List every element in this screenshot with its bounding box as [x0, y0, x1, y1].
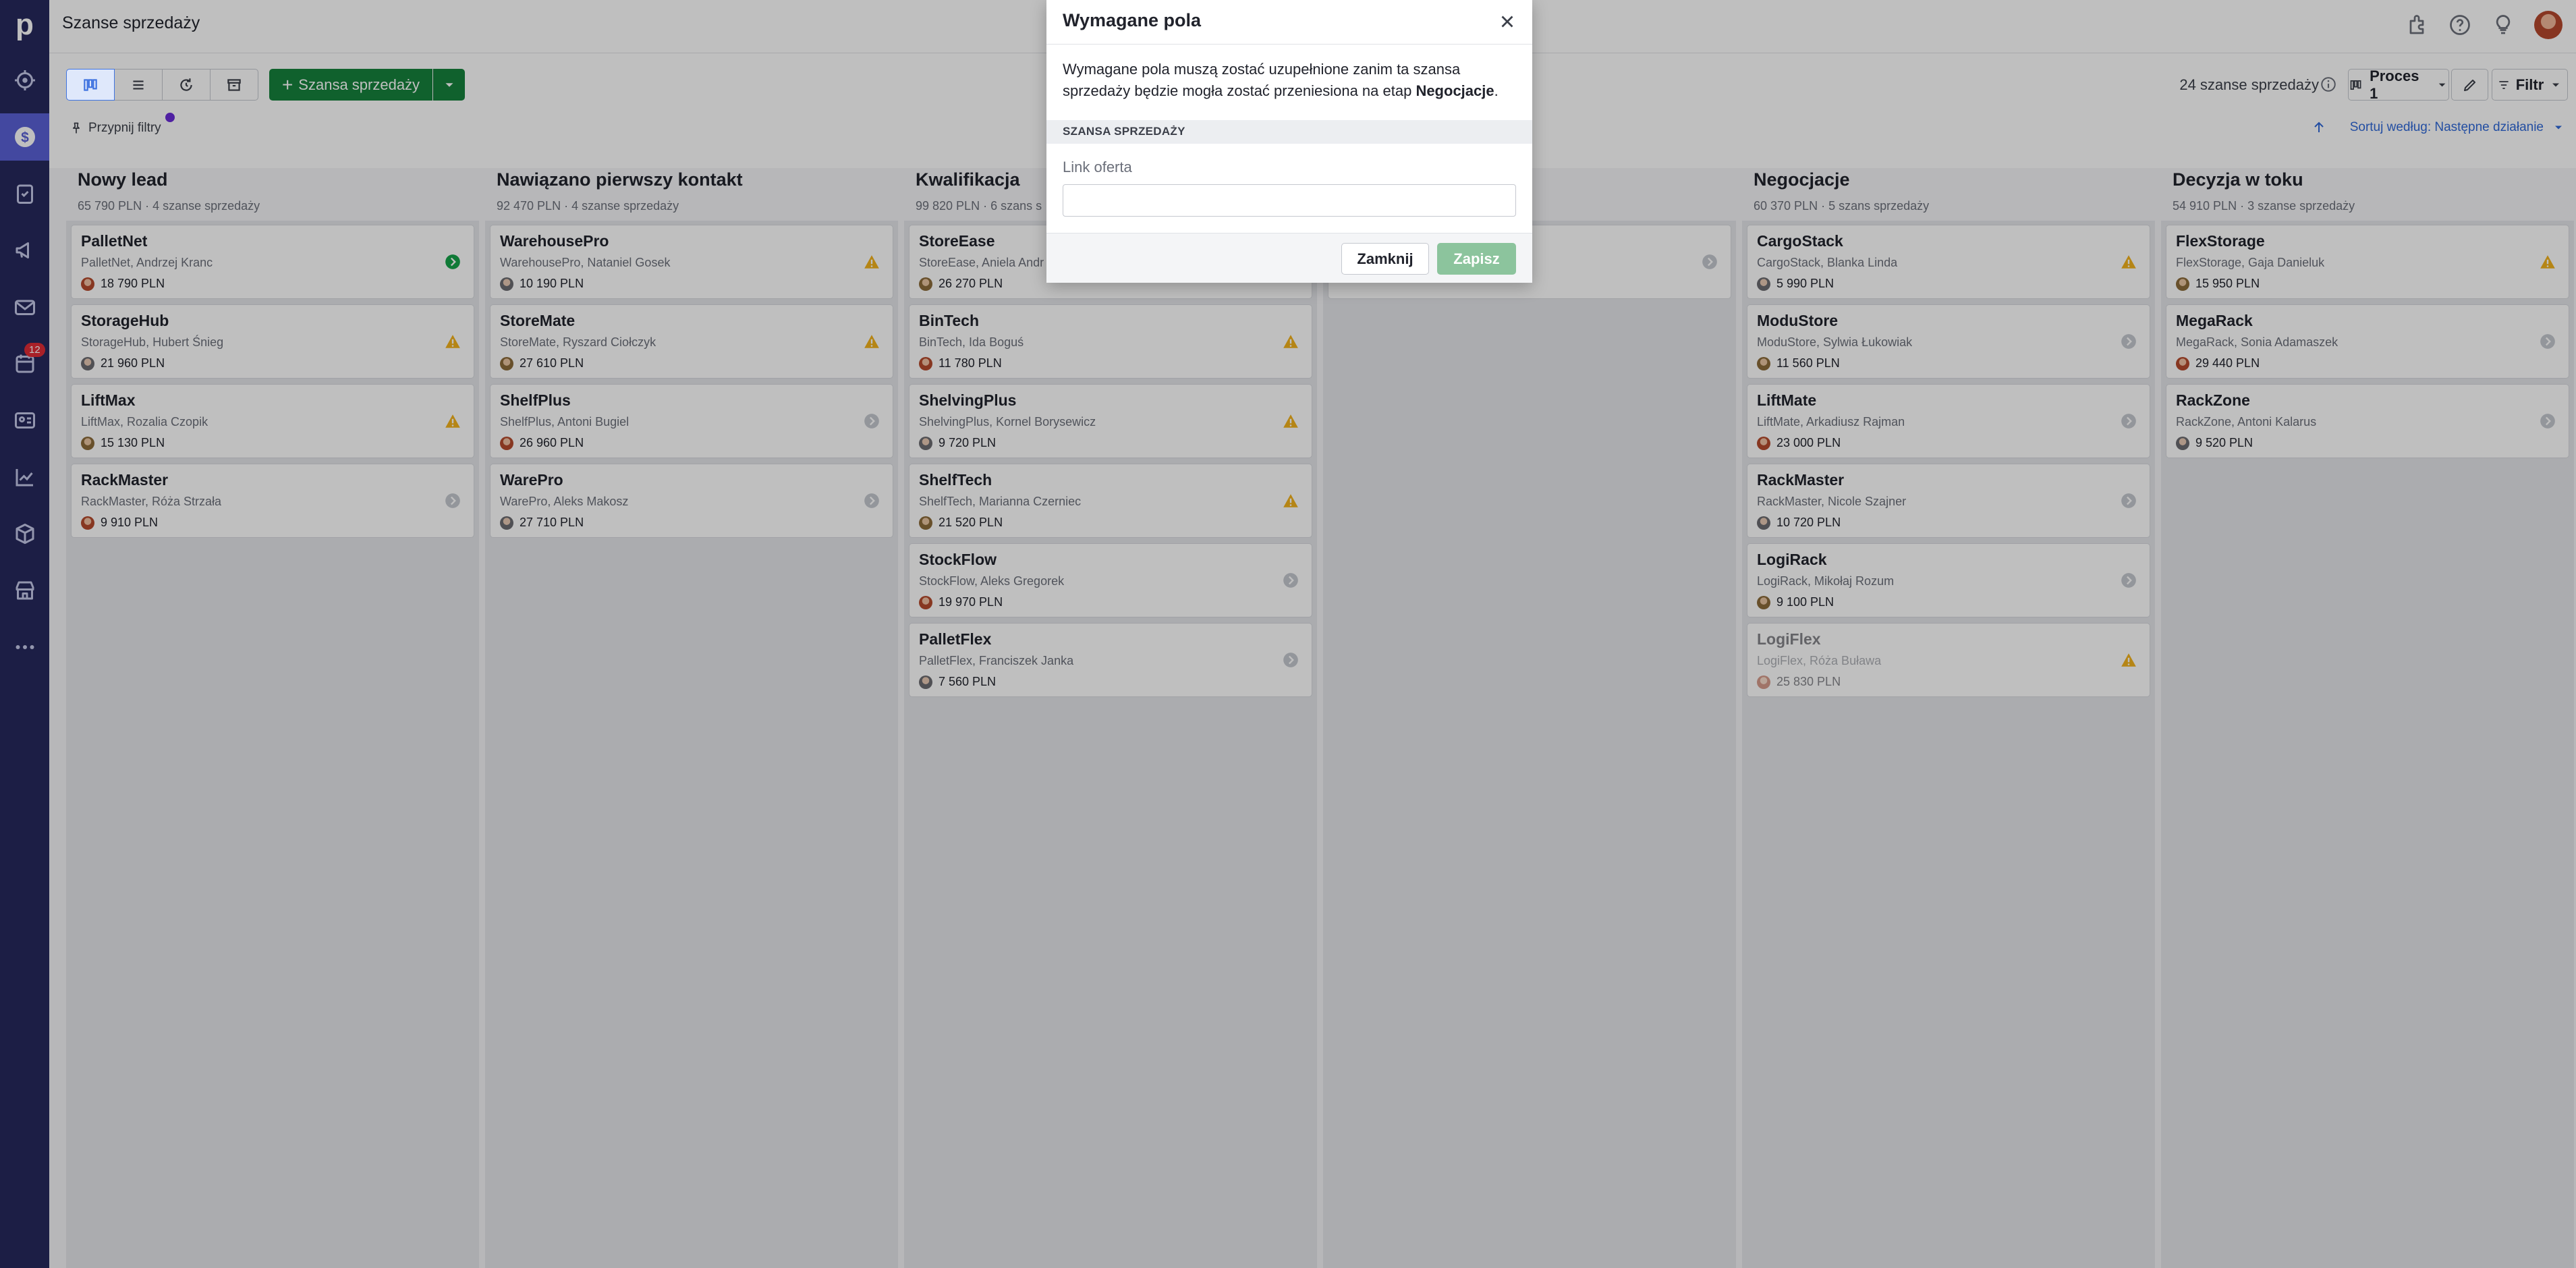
dialog-message-end: . — [1494, 82, 1499, 99]
kanban-icon — [84, 78, 97, 91]
dialog-message-text: Wymagane pola muszą zostać uzupełnione z… — [1063, 61, 1461, 99]
dialog-footer: Zamknij Zapisz — [1046, 233, 1532, 283]
dialog-section-header: SZANSA SPRZEDAŻY — [1046, 120, 1532, 144]
dialog-title: Wymagane pola — [1063, 10, 1202, 30]
save-button[interactable]: Zapisz — [1437, 243, 1516, 275]
dialog-message: Wymagane pola muszą zostać uzupełnione z… — [1046, 45, 1532, 120]
offer-link-input[interactable] — [1063, 184, 1516, 217]
close-icon[interactable] — [1497, 11, 1517, 32]
dialog-stage-name: Negocjacje — [1416, 82, 1494, 99]
pipeline-view-button[interactable] — [66, 69, 115, 101]
dialog-header: Wymagane pola — [1046, 0, 1532, 45]
offer-link-label: Link oferta — [1063, 159, 1132, 175]
required-fields-dialog: Wymagane pola Wymagane pola muszą zostać… — [1046, 0, 1532, 283]
close-button[interactable]: Zamknij — [1341, 243, 1429, 275]
